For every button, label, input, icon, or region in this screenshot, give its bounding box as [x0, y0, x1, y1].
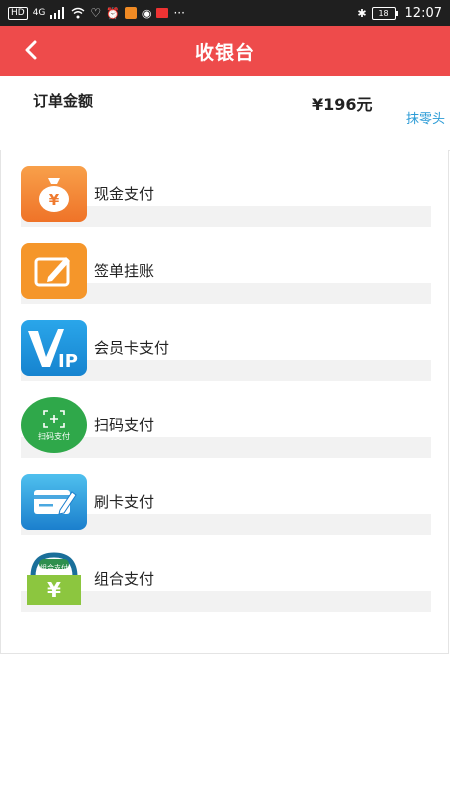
sign-edit-icon	[21, 243, 87, 299]
hd-indicator: HD	[8, 6, 28, 20]
item-divider	[21, 437, 431, 458]
chevron-left-icon	[25, 40, 37, 60]
payment-combination[interactable]: ¥ 组合支付 组合支付	[1, 535, 450, 612]
round-off-button[interactable]: 抹零头	[406, 108, 445, 127]
vip-icon: IP	[21, 320, 87, 376]
combo-pay-icon: ¥ 组合支付	[21, 551, 87, 607]
payment-swipe-card[interactable]: 刷卡支付	[1, 458, 450, 535]
scan-icon-caption: 扫码支付	[38, 431, 70, 441]
payment-label: 组合支付	[94, 570, 155, 588]
page-title: 收银台	[194, 41, 255, 64]
network-type: 4G	[32, 8, 46, 18]
signal-icon	[50, 7, 65, 19]
payment-label: 刷卡支付	[94, 493, 155, 511]
alarm-icon: ⏰	[106, 6, 120, 20]
news-notification-icon	[156, 8, 169, 18]
payment-cash[interactable]: ¥ 现金支付	[1, 150, 450, 227]
card-swipe-icon	[21, 474, 87, 530]
payment-label: 现金支付	[94, 185, 155, 203]
payment-member-card[interactable]: IP 会员卡支付	[1, 304, 450, 381]
bluetooth-icon: ✱	[357, 6, 367, 20]
svg-text:¥: ¥	[47, 578, 61, 602]
eye-icon: ◉	[141, 6, 152, 20]
svg-text:¥: ¥	[49, 191, 60, 209]
app-header: 收银台	[0, 26, 450, 76]
money-bag-icon: ¥	[21, 166, 87, 222]
payment-label: 会员卡支付	[94, 339, 170, 357]
combo-icon-caption: 组合支付	[40, 564, 68, 572]
order-amount-value: ¥196元	[312, 95, 373, 114]
status-bar: HD 4G ♡ ⏰ ◉ ··· ✱ 18 12:07	[0, 0, 450, 26]
payment-scan-code[interactable]: 扫码支付 扫码支付	[1, 381, 450, 458]
payment-sign-credit[interactable]: 签单挂账	[1, 227, 450, 304]
payment-label: 签单挂账	[94, 262, 155, 280]
svg-text:IP: IP	[58, 351, 78, 372]
wifi-icon	[71, 7, 85, 19]
clock: 12:07	[404, 5, 442, 21]
payment-label: 扫码支付	[94, 416, 155, 434]
payment-methods-panel: ¥ 现金支付 签单挂账 IP 会员卡支付 扫码支付 扫码支付 刷卡支付 ¥ 组合…	[0, 150, 449, 654]
app-notification-icon	[124, 7, 137, 19]
order-amount-label: 订单金额	[33, 92, 94, 110]
status-bar-left: HD 4G ♡ ⏰ ◉ ···	[8, 6, 185, 20]
back-button[interactable]	[16, 35, 46, 65]
heart-icon: ♡	[90, 6, 102, 20]
scan-qr-icon: 扫码支付	[21, 397, 87, 453]
order-summary: 订单金额 ¥196元 抹零头	[0, 76, 450, 151]
more-notifications-icon: ···	[173, 6, 185, 20]
battery-icon: 18	[371, 6, 398, 20]
status-bar-right: ✱ 18 12:07	[357, 6, 442, 21]
